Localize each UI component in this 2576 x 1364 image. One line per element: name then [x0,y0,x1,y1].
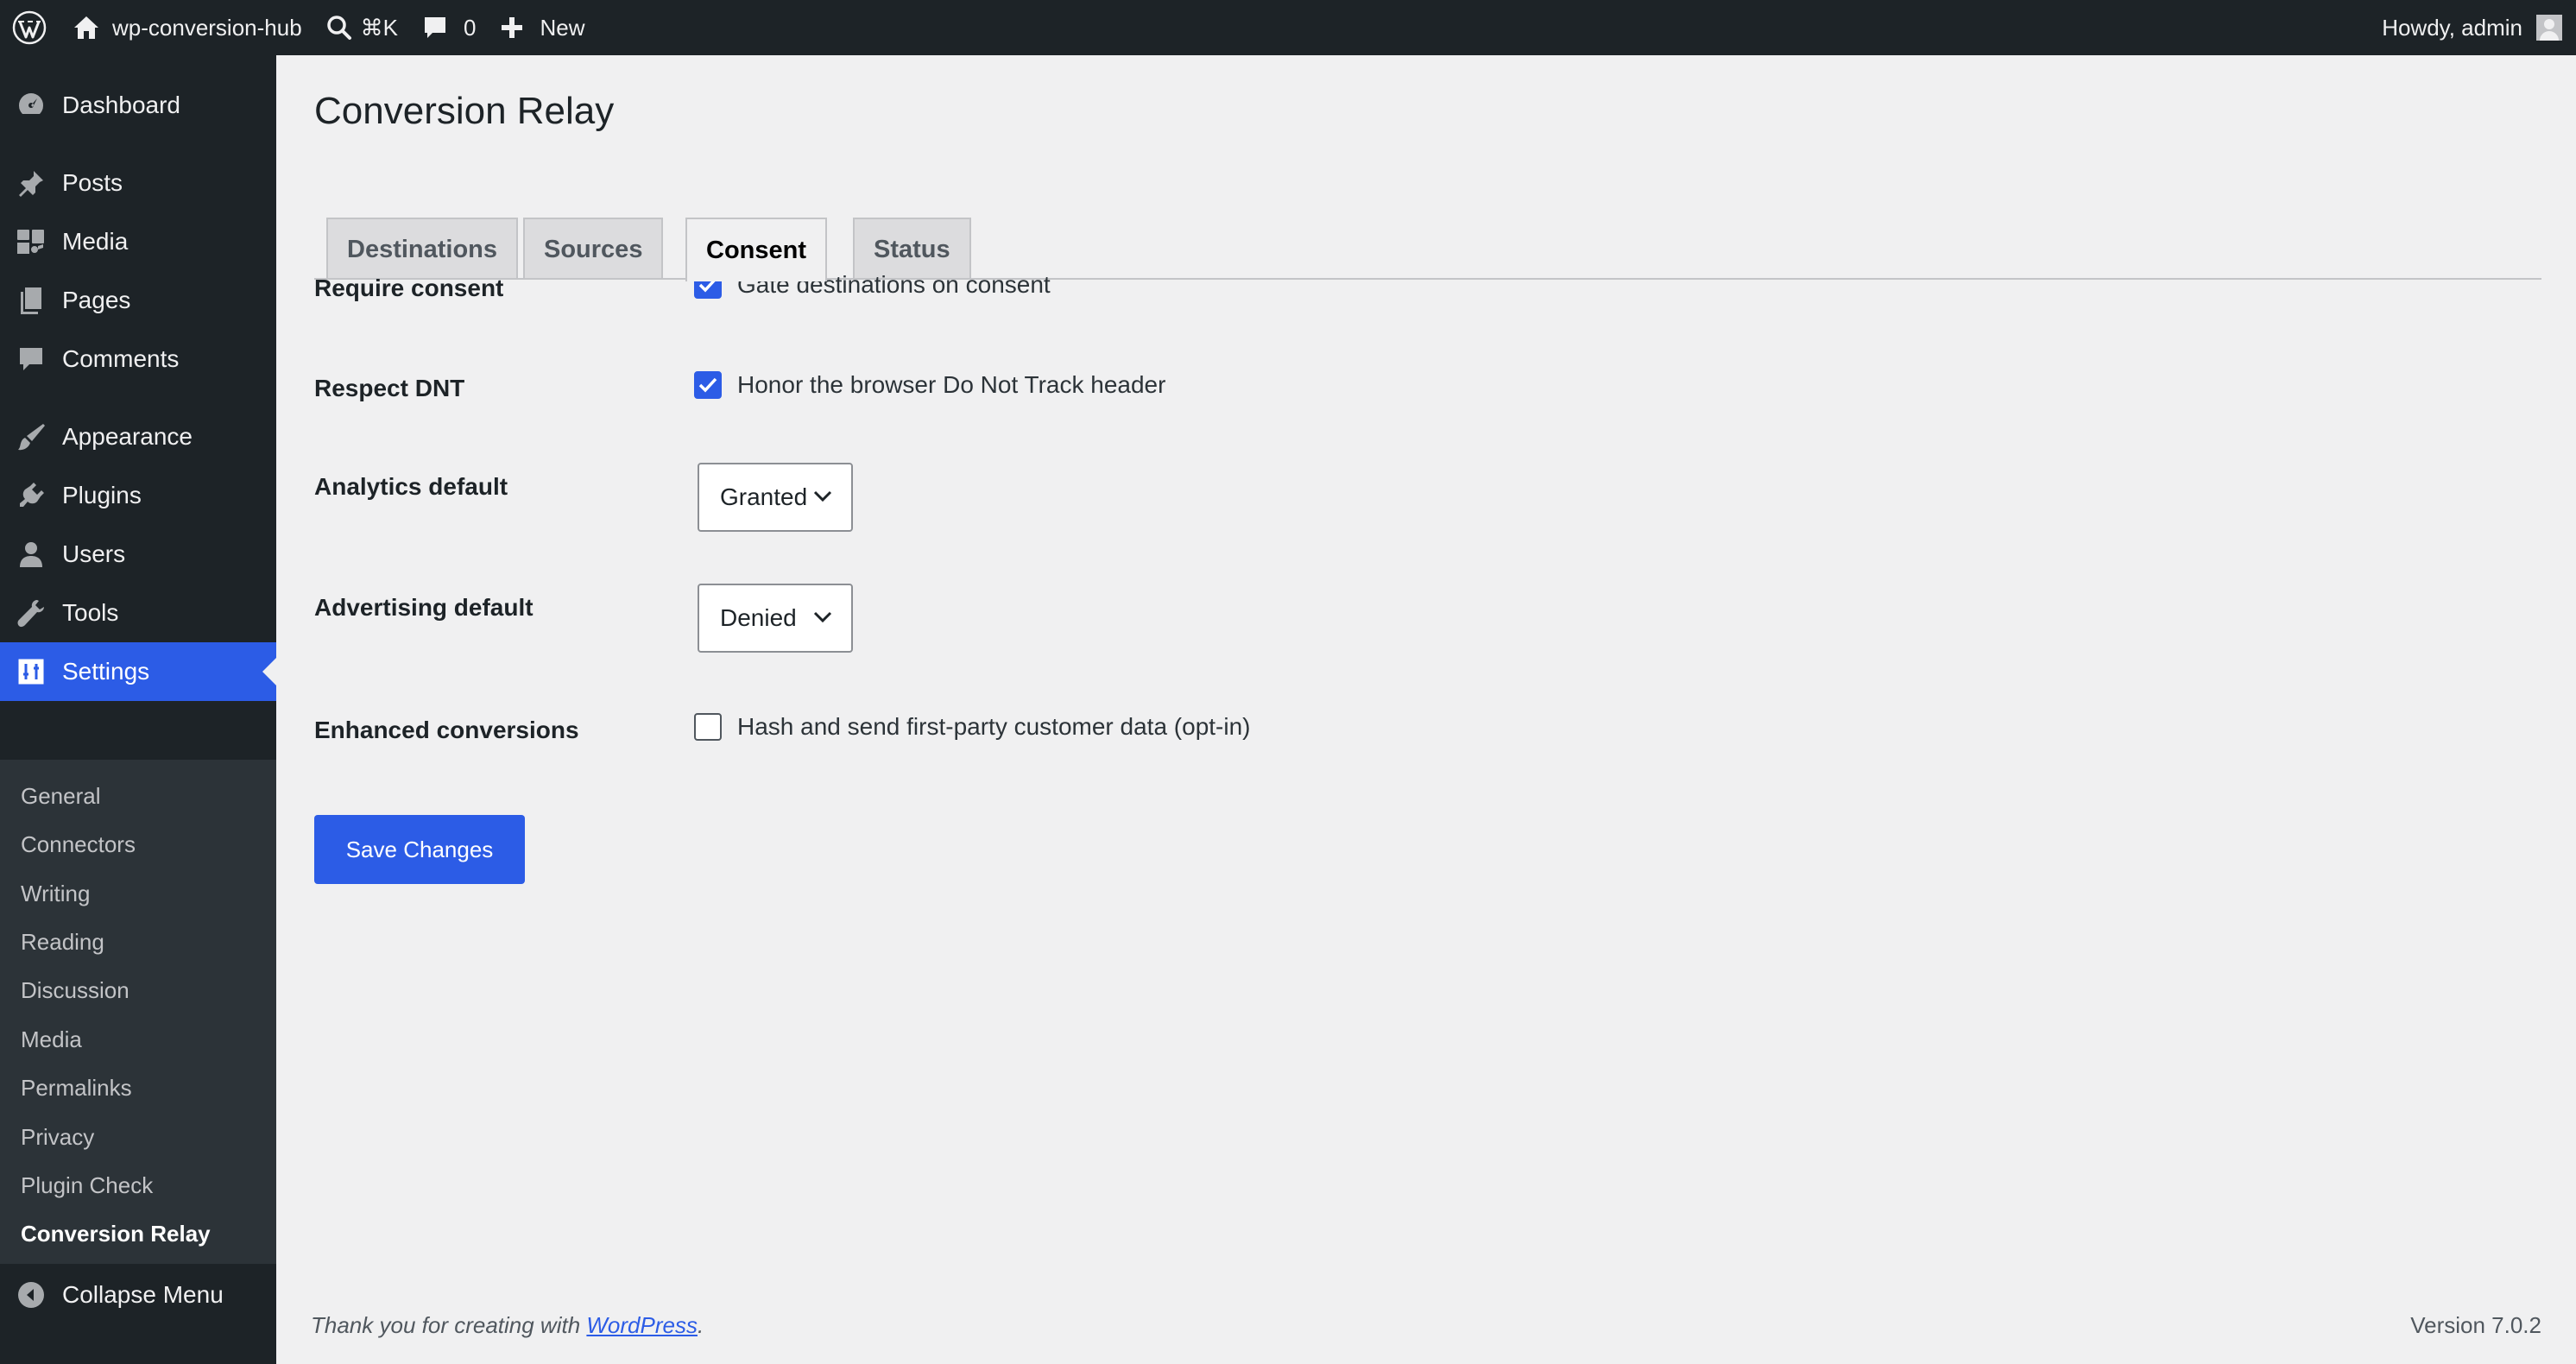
sidebar-item-settings[interactable]: Settings [0,642,276,701]
sidebar-item-label: Users [62,540,126,567]
sidebar-item-users[interactable]: Users [0,525,276,584]
wordpress-logo-button[interactable] [0,0,59,55]
plugin-icon [0,481,62,510]
comment-icon [0,345,62,373]
sidebar-item-label: Settings [62,658,150,685]
sidebar-item-label: Pages [62,287,131,313]
footer-thanks-suffix: . [697,1312,704,1338]
media-icon [0,227,62,256]
howdy-greeting: Howdy, admin [2382,14,2522,41]
sidebar-item-label: Plugins [62,482,142,508]
checkmark-icon [698,377,717,393]
enhanced-conversions-checkbox-label: Hash and send first-party customer data … [737,713,1251,740]
sidebar-item-label: Tools [62,599,119,626]
footer-thanks: Thank you for creating with WordPress. [311,1312,704,1339]
footer-version: Version 7.0.2 [2410,1312,2541,1338]
sidebar-item-appearance[interactable]: Appearance [0,407,276,466]
sidebar-item-tools[interactable]: Tools [0,584,276,642]
require-consent-label: Require consent [314,275,504,301]
collapse-menu-label: Collapse Menu [62,1281,224,1308]
brush-icon [0,422,62,452]
admin-sidebar: Dashboard Posts Media Pages Comments App… [0,55,276,1364]
admin-bar: wp-conversion-hub ⌘K 0 New Howdy, admin [0,0,2576,55]
submenu-item-writing[interactable]: Writing [21,869,90,918]
enhanced-conversions-row: Enhanced conversions Hash and send first… [314,713,2541,748]
analytics-default-value: Granted [720,483,808,510]
account-menu[interactable]: Howdy, admin [2382,15,2576,41]
wrench-icon [0,598,62,628]
user-icon [0,540,62,568]
advertising-default-select[interactable]: Denied [698,584,853,653]
sidebar-item-media[interactable]: Media [0,212,276,271]
search-shortcut: ⌘K [360,14,399,41]
plus-icon [502,17,523,38]
search-icon [326,16,351,40]
analytics-default-select[interactable]: Granted [698,463,853,532]
submenu-item-plugin-check[interactable]: Plugin Check [21,1161,153,1209]
new-label: New [540,14,585,41]
enhanced-conversions-label: Enhanced conversions [314,717,579,743]
pin-icon [0,168,62,198]
submenu-item-privacy[interactable]: Privacy [21,1113,94,1161]
chevron-down-icon [813,490,832,502]
analytics-default-label: Analytics default [314,473,508,500]
tab-consent[interactable]: Consent [685,218,827,281]
submenu-item-permalinks[interactable]: Permalinks [21,1064,132,1112]
analytics-default-row: Analytics default Granted [314,463,2541,535]
comment-icon [425,17,446,38]
site-name: wp-conversion-hub [112,14,302,41]
respect-dnt-checkbox[interactable] [694,371,722,399]
wordpress-link[interactable]: WordPress [586,1312,698,1338]
enhanced-conversions-option[interactable]: Hash and send first-party customer data … [694,713,1250,741]
sidebar-item-label: Dashboard [62,92,180,118]
page-title: Conversion Relay [314,90,615,132]
wordpress-logo-icon [12,10,47,45]
respect-dnt-row: Respect DNT Honor the browser Do Not Tra… [314,371,2541,406]
site-name-link[interactable]: wp-conversion-hub [59,0,314,55]
respect-dnt-option[interactable]: Honor the browser Do Not Track header [694,371,1165,399]
command-search-button[interactable]: ⌘K [314,0,410,55]
require-consent-row: Require consent Gate destinations on con… [314,271,2541,306]
advertising-default-label: Advertising default [314,594,534,621]
sidebar-item-dashboard[interactable]: Dashboard [0,76,276,135]
submenu-item-media[interactable]: Media [21,1015,82,1064]
submenu-item-general[interactable]: General [21,772,101,820]
pages-icon [0,286,62,315]
sidebar-item-label: Comments [62,345,180,372]
advertising-default-value: Denied [720,604,797,631]
home-icon [74,16,98,39]
submenu-item-reading[interactable]: Reading [21,918,104,966]
comments-count: 0 [464,14,477,41]
sidebar-item-label: Posts [62,169,123,196]
collapse-icon [0,1281,62,1309]
respect-dnt-label: Respect DNT [314,375,465,401]
advertising-default-row: Advertising default Denied [314,584,2541,656]
respect-dnt-checkbox-label: Honor the browser Do Not Track header [737,371,1166,398]
settings-icon [0,658,62,685]
dashboard-icon [0,91,62,120]
comments-link[interactable]: 0 [410,0,488,55]
main-content: Conversion Relay Destinations Sources Co… [276,55,2576,1364]
avatar [2536,15,2562,41]
new-content-button[interactable]: New [488,0,597,55]
sidebar-item-label: Appearance [62,423,193,450]
collapse-menu-button[interactable]: Collapse Menu [0,1266,276,1324]
submenu-item-discussion[interactable]: Discussion [21,966,129,1014]
sidebar-item-posts[interactable]: Posts [0,154,276,212]
sidebar-item-label: Media [62,228,129,255]
sidebar-item-plugins[interactable]: Plugins [0,466,276,525]
save-changes-button[interactable]: Save Changes [314,815,525,884]
footer-thanks-text: Thank you for creating with [311,1312,587,1338]
settings-tabs: Destinations Sources Consent Status [314,162,2541,281]
sidebar-item-comments[interactable]: Comments [0,330,276,388]
submenu-item-connectors[interactable]: Connectors [21,820,136,868]
enhanced-conversions-checkbox[interactable] [694,713,722,741]
chevron-down-icon [813,611,832,623]
sidebar-item-pages[interactable]: Pages [0,271,276,330]
